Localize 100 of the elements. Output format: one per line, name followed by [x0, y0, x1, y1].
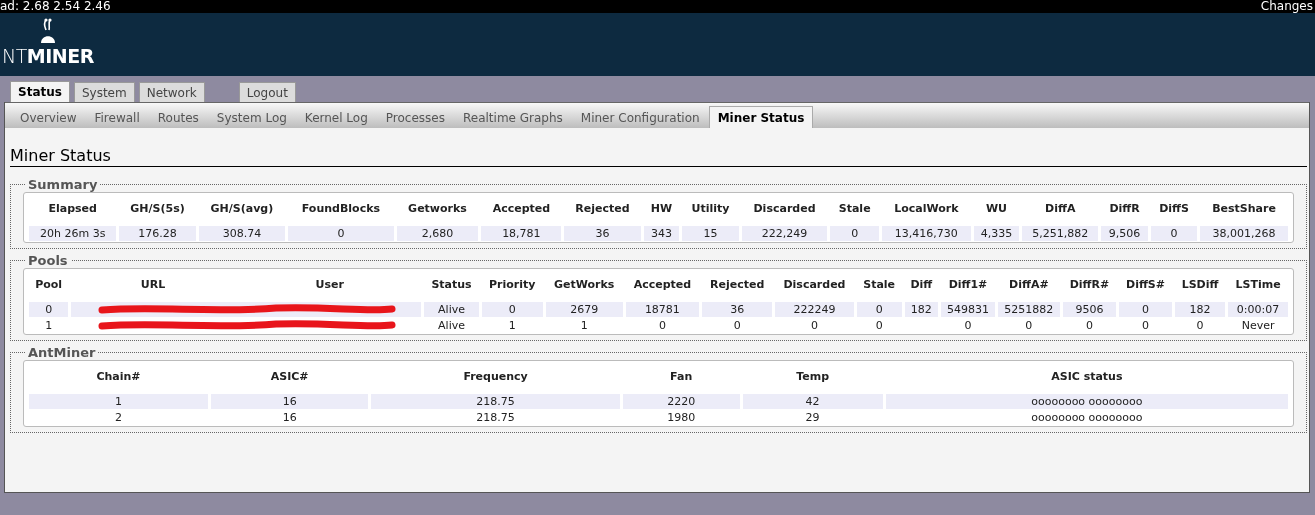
- table-cell: 9506: [1062, 302, 1117, 317]
- column-header: LSDiff: [1180, 277, 1220, 293]
- sub-tab[interactable]: Realtime Graphs: [453, 107, 572, 128]
- column-header: LSTime: [1234, 277, 1282, 293]
- table-cell: 1: [29, 394, 209, 409]
- table-cell: 2,680: [396, 226, 479, 241]
- table-cell-text: 0: [657, 318, 667, 333]
- table-cell: 0: [856, 302, 902, 317]
- column-header: DiffR#: [1068, 277, 1111, 293]
- column-header: Rejected: [574, 201, 631, 217]
- table-cell-text: 0: [809, 318, 819, 333]
- table-cell: 2679: [545, 302, 623, 317]
- table-cell: 222,249: [741, 226, 828, 241]
- table-cell-text: Never: [1240, 318, 1276, 333]
- table-cell: 9,506: [1101, 226, 1148, 241]
- column-header: DiffA#: [1008, 277, 1050, 293]
- changes-link[interactable]: Changes: [1260, 0, 1313, 13]
- table-cell-text: 1: [579, 318, 589, 333]
- table-cell: 42: [742, 394, 883, 409]
- column-header: LocalWork: [893, 201, 960, 217]
- table-cell-text: 16: [281, 410, 298, 425]
- sub-tab[interactable]: Firewall: [85, 107, 149, 128]
- column-header: Rejected: [709, 277, 766, 293]
- sub-tab[interactable]: System Log: [207, 107, 296, 128]
- table-cell: 0: [1119, 302, 1172, 317]
- table-cell: 36: [564, 226, 641, 241]
- nav-tab[interactable]: Network: [138, 82, 205, 102]
- table-cell: 15: [682, 226, 739, 241]
- table-cell: 38,001,268: [1200, 226, 1288, 241]
- column-header: Frequency: [462, 369, 529, 385]
- table-cell-text: 2: [114, 410, 123, 425]
- table-cell: 343: [643, 226, 680, 241]
- column-header: DiffS: [1158, 201, 1190, 217]
- table-cell-text: oooooooo oooooooo: [1030, 410, 1144, 425]
- table-cell-text: 29: [804, 410, 821, 425]
- table-cell: 2220: [622, 394, 740, 409]
- table-cell: 549831: [941, 302, 995, 317]
- column-header: BestShare: [1211, 201, 1277, 217]
- table-cell-text: 0: [874, 318, 884, 333]
- sub-tab[interactable]: Routes: [148, 107, 208, 128]
- column-header: Diff: [909, 277, 934, 293]
- column-header: GH/S(avg): [209, 201, 275, 217]
- column-header: DiffR: [1108, 201, 1141, 217]
- table-cell: oooooooo oooooooo: [885, 394, 1288, 409]
- column-header: Stale: [837, 201, 872, 217]
- sub-tab[interactable]: Overview: [11, 107, 86, 128]
- column-header: Diff1#: [947, 277, 989, 293]
- column-header: ASIC#: [269, 369, 310, 385]
- column-header: Fan: [669, 369, 694, 385]
- table-cell-text: 1980: [666, 410, 697, 425]
- table-cell: 222249: [775, 302, 854, 317]
- table-cell: 0:00:07: [1228, 302, 1288, 317]
- table-cell: 0: [481, 302, 543, 317]
- section-legend: Pools: [25, 253, 71, 268]
- nav-tab[interactable]: Status: [10, 81, 70, 102]
- column-header: Getworks: [407, 201, 468, 217]
- nav-tab[interactable]: Logout: [238, 82, 296, 102]
- sub-tab[interactable]: Kernel Log: [295, 107, 377, 128]
- table-cell-text: 0: [732, 318, 742, 333]
- column-header: Elapsed: [47, 201, 98, 217]
- table-cell-text: 0: [963, 318, 973, 333]
- table-cell: 18781: [625, 302, 700, 317]
- table-cell: 20h 26m 3s: [29, 226, 117, 241]
- table-cell: Alive: [424, 302, 479, 317]
- table-cell-text: 0: [1141, 318, 1150, 333]
- column-header: User: [314, 277, 345, 293]
- table-cell-text: 1: [44, 318, 54, 333]
- table-cell-text: 0: [1024, 318, 1034, 333]
- sub-tab[interactable]: Miner Status: [708, 106, 814, 128]
- table-cell: 36: [702, 302, 773, 317]
- load-average: ad: 2.68 2.54 2.46: [0, 0, 111, 13]
- table-cell: 4,335: [973, 226, 1020, 241]
- table-cell: 182: [1174, 302, 1226, 317]
- column-header: DiffS#: [1125, 277, 1166, 293]
- table-cell-text: 0: [1195, 318, 1205, 333]
- table-cell: 0: [1151, 226, 1198, 241]
- column-header: Chain#: [95, 369, 142, 385]
- column-header: Stale: [862, 277, 897, 293]
- column-header: Pool: [34, 277, 64, 293]
- nav-tab[interactable]: System: [73, 82, 135, 102]
- table-cell-text: 1: [507, 318, 517, 333]
- column-header: Discarded: [782, 277, 847, 293]
- column-header: DiffA: [1044, 201, 1077, 217]
- table-cell: 182: [904, 302, 939, 317]
- sub-tab[interactable]: Processes: [376, 107, 454, 128]
- column-header: ASIC status: [1050, 369, 1124, 385]
- column-header: GetWorks: [553, 277, 616, 293]
- section-legend: Summary: [25, 177, 101, 192]
- logo-text: NTMINER: [2, 46, 94, 66]
- column-header: Discarded: [752, 201, 817, 217]
- column-header: URL: [139, 277, 167, 293]
- table-cell: 0: [830, 226, 880, 241]
- table-cell: 16: [211, 394, 369, 409]
- column-header: FoundBlocks: [300, 201, 382, 217]
- table-cell: 18,781: [481, 226, 562, 241]
- column-header: HW: [649, 201, 674, 217]
- table-cell: 5,251,882: [1022, 226, 1099, 241]
- column-header: Accepted: [632, 277, 693, 293]
- page-title: Miner Status: [10, 146, 1307, 167]
- sub-tab[interactable]: Miner Configuration: [571, 107, 709, 128]
